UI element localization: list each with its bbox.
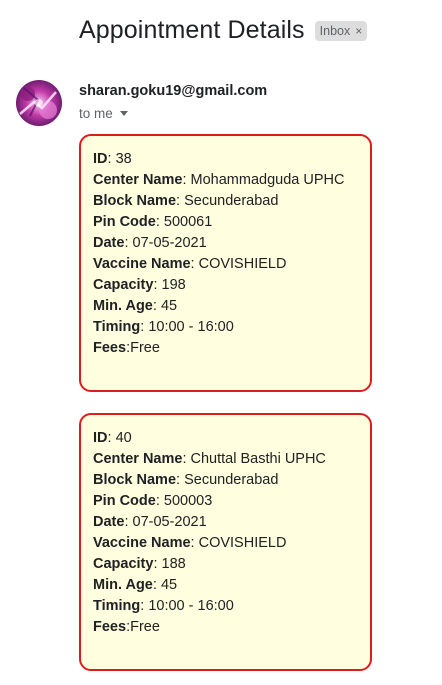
field-value: 07-05-2021 xyxy=(132,235,207,251)
field-label: Capacity xyxy=(93,556,154,572)
field-value: 10:00 - 16:00 xyxy=(148,598,234,614)
field-value: 38 xyxy=(115,151,132,167)
field-id: ID: 40 xyxy=(93,428,370,449)
field-label: Date xyxy=(93,235,125,251)
field-separator: : xyxy=(155,214,164,230)
field-value: Mohammadguda UPHC xyxy=(190,172,345,188)
field-label: Vaccine Name xyxy=(93,256,191,272)
field-separator: : xyxy=(190,256,199,272)
field-separator: : xyxy=(152,298,161,314)
inbox-label-text: Inbox xyxy=(319,23,351,38)
field-separator: : xyxy=(155,493,164,509)
field-date: Date: 07-05-2021 xyxy=(93,233,370,254)
field-separator: : xyxy=(107,430,116,446)
field-value: 40 xyxy=(115,430,132,446)
field-value: 500061 xyxy=(163,214,213,230)
avatar-image-icon xyxy=(16,80,62,126)
field-vaccine-name: Vaccine Name: COVISHIELD xyxy=(93,533,370,554)
field-value: 198 xyxy=(161,277,186,293)
sender-avatar[interactable] xyxy=(16,80,62,126)
field-label: Pin Code xyxy=(93,493,156,509)
field-label: ID xyxy=(93,151,108,167)
close-icon[interactable]: × xyxy=(355,23,362,39)
recipient-toggle[interactable]: to me xyxy=(79,106,128,121)
field-value: Free xyxy=(130,340,160,356)
recipient-text: to me xyxy=(79,106,113,121)
field-value: 07-05-2021 xyxy=(132,514,207,530)
field-label: Timing xyxy=(93,319,141,335)
chevron-down-icon[interactable] xyxy=(119,111,128,116)
field-value: COVISHIELD xyxy=(198,256,287,272)
field-separator: : xyxy=(107,151,116,167)
field-separator: : xyxy=(176,472,185,488)
field-label: Block Name xyxy=(93,193,177,209)
field-capacity: Capacity: 188 xyxy=(93,554,370,575)
field-min-age: Min. Age: 45 xyxy=(93,575,370,596)
field-separator: : xyxy=(153,277,162,293)
field-label: Fees xyxy=(93,619,127,635)
sender-email: sharan.goku19@gmail.com xyxy=(79,83,268,99)
field-pin-code: Pin Code: 500061 xyxy=(93,212,370,233)
field-label: Capacity xyxy=(93,277,154,293)
field-separator: : xyxy=(153,556,162,572)
field-label: ID xyxy=(93,430,108,446)
field-label: Vaccine Name xyxy=(93,535,191,551)
field-value: COVISHIELD xyxy=(198,535,287,551)
email-subject: Appointment Details xyxy=(79,16,305,44)
field-label: Timing xyxy=(93,598,141,614)
field-value: Secunderabad xyxy=(184,193,279,209)
field-value: 188 xyxy=(161,556,186,572)
field-separator: : xyxy=(182,451,191,467)
field-separator: : xyxy=(152,577,161,593)
field-capacity: Capacity: 198 xyxy=(93,275,370,296)
field-value: Free xyxy=(130,619,160,635)
field-label: Min. Age xyxy=(93,298,153,314)
field-pin-code: Pin Code: 500003 xyxy=(93,491,370,512)
field-separator: : xyxy=(182,172,191,188)
field-label: Min. Age xyxy=(93,577,153,593)
field-timing: Timing: 10:00 - 16:00 xyxy=(93,317,370,338)
field-value: 10:00 - 16:00 xyxy=(148,319,234,335)
field-label: Center Name xyxy=(93,172,183,188)
field-separator: : xyxy=(124,235,133,251)
field-label: Date xyxy=(93,514,125,530)
field-center-name: Center Name: Chuttal Basthi UPHC xyxy=(93,449,370,470)
field-date: Date: 07-05-2021 xyxy=(93,512,370,533)
appointment-card: ID: 40 Center Name: Chuttal Basthi UPHC … xyxy=(79,413,372,671)
field-fees: Fees:Free xyxy=(93,338,370,359)
field-label: Pin Code xyxy=(93,214,156,230)
inbox-label-chip[interactable]: Inbox × xyxy=(314,20,368,41)
field-separator: : xyxy=(124,514,133,530)
field-vaccine-name: Vaccine Name: COVISHIELD xyxy=(93,254,370,275)
field-value: Chuttal Basthi UPHC xyxy=(190,451,326,467)
field-value: 45 xyxy=(160,577,178,593)
field-fees: Fees:Free xyxy=(93,617,370,638)
field-label: Block Name xyxy=(93,472,177,488)
field-center-name: Center Name: Mohammadguda UPHC xyxy=(93,170,370,191)
appointment-card: ID: 38 Center Name: Mohammadguda UPHC Bl… xyxy=(79,134,372,392)
field-separator: : xyxy=(176,193,185,209)
field-timing: Timing: 10:00 - 16:00 xyxy=(93,596,370,617)
field-label: Fees xyxy=(93,340,127,356)
field-separator: : xyxy=(190,535,199,551)
field-value: Secunderabad xyxy=(184,472,279,488)
field-id: ID: 38 xyxy=(93,149,370,170)
field-value: 500003 xyxy=(163,493,213,509)
field-value: 45 xyxy=(160,298,178,314)
field-min-age: Min. Age: 45 xyxy=(93,296,370,317)
field-block-name: Block Name: Secunderabad xyxy=(93,470,370,491)
email-header: Appointment Details Inbox × xyxy=(79,16,368,45)
field-label: Center Name xyxy=(93,451,183,467)
field-block-name: Block Name: Secunderabad xyxy=(93,191,370,212)
